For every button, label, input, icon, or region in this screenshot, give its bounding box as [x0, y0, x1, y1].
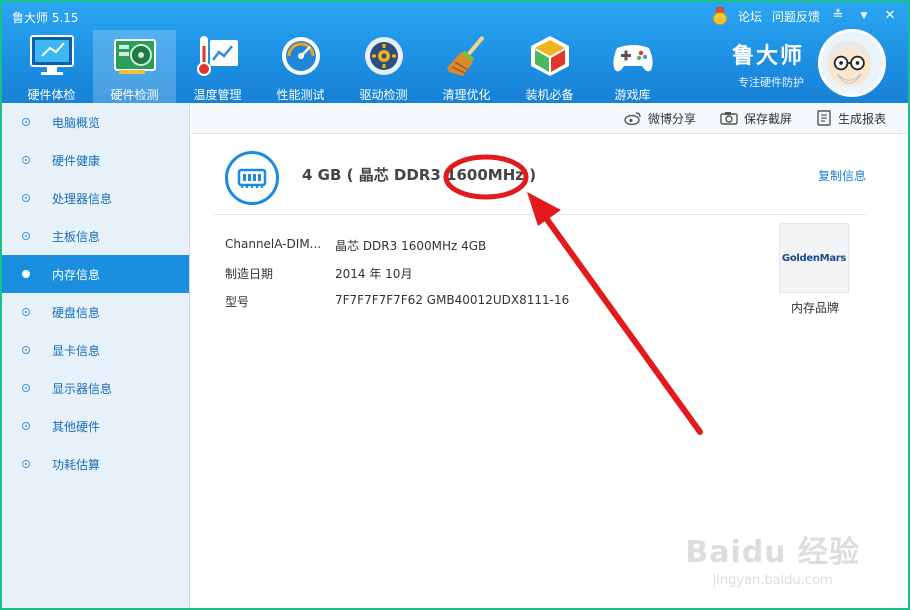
bullet-icon [22, 194, 30, 202]
nav-essentials[interactable]: 装机必备 [508, 30, 591, 103]
save-screenshot-label: 保存截屏 [743, 111, 792, 126]
baidu-watermark: Baidu 经验 jingyan.baidu.com [685, 527, 860, 588]
bullet-icon [22, 384, 30, 392]
cube-icon [531, 36, 569, 76]
bullet-icon [22, 460, 30, 468]
close-icon[interactable]: ✕ [882, 8, 898, 24]
main-nav: 硬件体检 硬件检测 温度管理 性能测试 驱动检测 清理优化 装机必备 游戏库 [10, 30, 674, 103]
nav-hardware-checkup[interactable]: 硬件体检 [10, 30, 93, 103]
sidebar-item[interactable]: 内存信息 [2, 255, 189, 293]
weibo-share-button[interactable]: 微博分享 [624, 110, 696, 127]
bullet-icon [22, 346, 30, 354]
sidebar-item[interactable]: 处理器信息 [2, 179, 189, 217]
memory-brand-logo: GoldenMars [779, 223, 849, 293]
bullet-icon [22, 422, 30, 430]
header: 鲁大师 5.15 论坛 问题反馈 ≛ ▼ ✕ 硬件体检 硬件检测 温度管理 性能… [2, 2, 908, 103]
sidebar-item-label: 电脑概览 [52, 115, 101, 130]
bullet-icon [22, 308, 30, 316]
brand-logo-text: GoldenMars [781, 252, 847, 264]
nav-label: 装机必备 [525, 88, 574, 102]
thermometer-icon [197, 36, 238, 76]
bullet-icon [22, 270, 30, 278]
nav-label: 驱动检测 [359, 88, 408, 102]
sidebar-item[interactable]: 显卡信息 [2, 331, 189, 369]
graphics-card-icon [114, 39, 156, 74]
toolbar: 微博分享 保存截屏 生成报表 [191, 103, 908, 134]
info-value: 晶芯 DDR3 1600MHz 4GB [335, 239, 487, 253]
info-label: ChannelA-DIM... [225, 237, 322, 251]
nav-label: 性能测试 [276, 88, 325, 102]
info-value: 7F7F7F7F7F62 GMB40012UDX8111-16 [335, 293, 570, 307]
info-row-channel: ChannelA-DIM... 晶芯 DDR3 1600MHz 4GB [225, 237, 486, 253]
brand-name: 鲁大师 [731, 44, 804, 69]
divider [213, 214, 866, 215]
gear-driver-icon [365, 37, 403, 75]
nav-label: 硬件检测 [110, 88, 159, 102]
report-icon [817, 110, 831, 126]
generate-report-button[interactable]: 生成报表 [816, 110, 886, 127]
nav-label: 游戏库 [614, 88, 651, 102]
mascot-avatar[interactable] [818, 29, 886, 97]
brand-slogan: 专注硬件防护 [738, 76, 804, 89]
forum-link[interactable]: 论坛 [738, 8, 762, 25]
skin-icon[interactable]: ≛ [830, 8, 846, 24]
nav-cleanup[interactable]: 清理优化 [425, 30, 508, 103]
gamepad-icon [613, 45, 653, 72]
nav-label: 清理优化 [442, 88, 491, 102]
sidebar-item-label: 内存信息 [52, 267, 101, 282]
nav-label: 硬件体检 [27, 88, 76, 102]
nav-hardware-detect[interactable]: 硬件检测 [93, 30, 176, 103]
mascot-face-icon [827, 41, 872, 87]
sidebar-item[interactable]: 电脑概览 [2, 103, 189, 141]
app-title: 鲁大师 5.15 [12, 11, 79, 25]
nav-performance[interactable]: 性能测试 [259, 30, 342, 103]
watermark-main: Baidu 经验 [685, 535, 860, 570]
generate-report-label: 生成报表 [837, 111, 886, 126]
weibo-icon [624, 112, 641, 125]
watermark-sub: jingyan.baidu.com [712, 573, 833, 588]
sidebar-item-label: 硬盘信息 [52, 305, 101, 320]
info-label: 制造日期 [225, 267, 274, 281]
sidebar-item[interactable]: 硬盘信息 [2, 293, 189, 331]
sidebar-item-label: 处理器信息 [52, 191, 113, 206]
sidebar-item[interactable]: 主板信息 [2, 217, 189, 255]
sidebar-item-label: 其他硬件 [52, 419, 101, 434]
monitor-icon [30, 35, 74, 75]
weibo-share-label: 微博分享 [647, 111, 696, 126]
info-value: 2014 年 10月 [335, 267, 413, 281]
info-row-manufacture-date: 制造日期 2014 年 10月 [225, 265, 412, 282]
sidebar-item-label: 显卡信息 [52, 343, 101, 358]
speedometer-icon [282, 37, 320, 75]
broom-icon [447, 35, 485, 76]
medal-icon[interactable] [712, 7, 728, 25]
sidebar-item-label: 硬件健康 [52, 153, 101, 168]
camera-icon [720, 112, 738, 125]
brand-block: 鲁大师 专注硬件防护 [732, 38, 804, 90]
nav-label: 温度管理 [193, 88, 242, 102]
sidebar-item[interactable]: 功耗估算 [2, 445, 189, 483]
memory-module-icon [225, 151, 279, 205]
info-label: 型号 [225, 295, 250, 309]
sidebar-item[interactable]: 显示器信息 [2, 369, 189, 407]
copy-info-link[interactable]: 复制信息 [818, 167, 866, 184]
bullet-icon [22, 156, 30, 164]
info-row-model: 型号 7F7F7F7F7F62 GMB40012UDX8111-16 [225, 293, 569, 310]
save-screenshot-button[interactable]: 保存截屏 [720, 110, 792, 127]
bullet-icon [22, 232, 30, 240]
sidebar-item-label: 显示器信息 [52, 381, 113, 396]
sidebar-item[interactable]: 硬件健康 [2, 141, 189, 179]
memory-summary-title: 4 GB ( 晶芯 DDR3 1600MHz ) [302, 166, 537, 184]
sidebar-item-label: 功耗估算 [52, 457, 101, 472]
nav-temperature[interactable]: 温度管理 [176, 30, 259, 103]
bullet-icon [22, 118, 30, 126]
feedback-link[interactable]: 问题反馈 [772, 8, 820, 25]
sidebar-item[interactable]: 其他硬件 [2, 407, 189, 445]
menu-dropdown-icon[interactable]: ▼ [856, 8, 872, 24]
nav-game-library[interactable]: 游戏库 [591, 30, 674, 103]
sidebar-item-label: 主板信息 [52, 229, 101, 244]
nav-driver[interactable]: 驱动检测 [342, 30, 425, 103]
sidebar: 电脑概览硬件健康处理器信息主板信息内存信息硬盘信息显卡信息显示器信息其他硬件功耗… [2, 103, 190, 608]
top-links: 论坛 问题反馈 ≛ ▼ ✕ [712, 7, 898, 25]
memory-brand-caption: 内存品牌 [790, 301, 839, 315]
